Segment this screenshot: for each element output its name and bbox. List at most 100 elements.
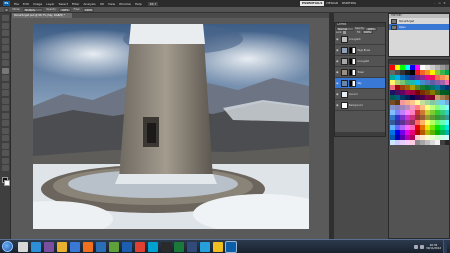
visibility-eye-icon[interactable]: ◉: [336, 37, 339, 41]
menu-edit[interactable]: Edit: [21, 2, 31, 6]
window-controls: – ▫ ✕: [432, 1, 447, 7]
background-color-swatch[interactable]: [4, 180, 10, 186]
swatches-panel-head[interactable]: [389, 60, 449, 64]
taskbar-app-icon[interactable]: [173, 241, 184, 252]
history-brush-tool-icon[interactable]: [1, 82, 9, 89]
shape-tool-icon[interactable]: [1, 142, 9, 149]
hand-tool-icon[interactable]: [1, 157, 9, 164]
workspace-switcher: ESSENTIALS DESIGN PAINTING: [300, 1, 358, 7]
layer-mask-thumbnail[interactable]: [349, 79, 356, 87]
clock[interactable]: 20:35 30/11/2012: [426, 244, 441, 250]
lock-icon[interactable]: [343, 30, 347, 34]
marquee-tool-icon[interactable]: [1, 22, 9, 29]
crop-tool-icon[interactable]: [1, 45, 9, 51]
menu-help[interactable]: Help: [133, 2, 144, 6]
taskbar-app-icon[interactable]: [95, 241, 106, 252]
clone-stamp-tool-icon[interactable]: [1, 75, 9, 81]
canvas-area: [11, 18, 329, 239]
brush-preset-picker[interactable]: •: [4, 7, 10, 12]
layer-mask-thumbnail[interactable]: [349, 46, 356, 54]
layer-row[interactable]: ◉ Sky: [335, 78, 385, 90]
menu-bar: Ps File Edit Image Layer Select Filter A…: [0, 0, 450, 7]
color-swatch[interactable]: [445, 140, 449, 145]
volume-icon[interactable]: [420, 245, 425, 249]
path-select-tool-icon[interactable]: [1, 135, 9, 141]
layer-row[interactable]: ◉ Background: [335, 100, 385, 112]
show-desktop-button[interactable]: [443, 240, 447, 253]
taskbar-app-icon[interactable]: [147, 241, 158, 252]
layer-name: Tower: [357, 70, 365, 74]
layer-mask-thumbnail[interactable]: [349, 57, 356, 65]
taskbar-app-icon[interactable]: [160, 241, 171, 252]
lock-label: Lock:: [336, 30, 343, 34]
quick-select-tool-icon[interactable]: [1, 37, 9, 44]
layer-thumbnail: [340, 46, 348, 54]
visibility-eye-icon[interactable]: ◉: [336, 70, 339, 74]
gradient-tool-icon[interactable]: [1, 97, 9, 104]
move-tool-icon[interactable]: [1, 15, 9, 21]
taskbar-apps: [16, 240, 237, 253]
dodge-tool-icon[interactable]: [1, 112, 9, 119]
menu-select[interactable]: Select: [57, 2, 70, 6]
type-tool-icon[interactable]: [1, 127, 9, 134]
layer-name: Background: [349, 103, 363, 107]
eraser-tool-icon[interactable]: [1, 90, 9, 96]
visibility-eye-icon[interactable]: ◉: [336, 48, 339, 52]
brush-tool-icon[interactable]: [1, 67, 9, 74]
healing-brush-tool-icon[interactable]: [1, 60, 9, 66]
3d-rotate-tool-icon[interactable]: [1, 150, 9, 156]
zoom-level[interactable]: 66.7: [147, 1, 159, 6]
visibility-eye-icon[interactable]: ◉: [336, 92, 339, 96]
visibility-eye-icon[interactable]: ◉: [336, 81, 339, 85]
menu-layer[interactable]: Layer: [44, 2, 56, 6]
taskbar-app-icon[interactable]: [212, 241, 223, 252]
swatches-panel: [388, 59, 450, 239]
flow-label: Flow:: [73, 8, 80, 11]
document-canvas[interactable]: [33, 24, 309, 229]
taskbar-app-icon[interactable]: [43, 241, 54, 252]
lasso-tool-icon[interactable]: [1, 30, 9, 36]
layer-row[interactable]: ◉ Page Blues: [335, 45, 385, 57]
layer-row[interactable]: ◉ Grungebit: [335, 34, 385, 46]
eyedropper-tool-icon[interactable]: [1, 52, 9, 59]
blur-tool-icon[interactable]: [1, 105, 9, 111]
layer-row[interactable]: ◉ Tower: [335, 67, 385, 79]
taskbar-app-icon[interactable]: [134, 241, 145, 252]
taskbar-app-icon[interactable]: [108, 241, 119, 252]
taskbar-app-icon[interactable]: [224, 240, 237, 253]
menu-analysis[interactable]: Analysis: [81, 2, 97, 6]
visibility-eye-icon[interactable]: ◉: [336, 103, 339, 107]
taskbar-app-icon[interactable]: [17, 241, 28, 252]
zoom-tool-icon[interactable]: [1, 165, 9, 171]
taskbar-app-icon[interactable]: [56, 241, 67, 252]
layer-row[interactable]: ◉ Ground: [335, 89, 385, 101]
menu-file[interactable]: File: [12, 2, 21, 6]
network-icon[interactable]: [414, 245, 419, 249]
swatch-grid: [390, 65, 449, 145]
menu-window[interactable]: Window: [117, 2, 133, 6]
opacity-field[interactable]: 100%: [59, 7, 71, 12]
taskbar-app-icon[interactable]: [186, 241, 197, 252]
pen-tool-icon[interactable]: [1, 120, 9, 126]
taskbar-app-icon[interactable]: [82, 241, 93, 252]
menu-view[interactable]: View: [106, 2, 117, 6]
start-button[interactable]: [2, 241, 13, 252]
taskbar-app-icon[interactable]: [69, 241, 80, 252]
workspace-design[interactable]: DESIGN: [324, 1, 340, 6]
fill-field[interactable]: 100%: [361, 30, 374, 35]
close-button[interactable]: ✕: [442, 1, 447, 6]
visibility-eye-icon[interactable]: ◉: [336, 59, 339, 63]
layer-row[interactable]: ◉ Grungebit: [335, 56, 385, 68]
taskbar-app-icon[interactable]: [30, 241, 41, 252]
workspace-painting[interactable]: PAINTING: [340, 1, 358, 6]
layer-mask-thumbnail[interactable]: [349, 68, 356, 76]
flow-field[interactable]: 100%: [83, 7, 95, 12]
taskbar-app-icon[interactable]: [121, 241, 132, 252]
menu-3d[interactable]: 3D: [98, 2, 106, 6]
taskbar-app-icon[interactable]: [199, 241, 210, 252]
workspace-essentials[interactable]: ESSENTIALS: [300, 1, 325, 6]
menu-image[interactable]: Image: [31, 2, 44, 6]
mode-select[interactable]: Multiply: [23, 7, 44, 12]
history-state[interactable]: Open: [389, 24, 449, 30]
menu-filter[interactable]: Filter: [70, 2, 81, 6]
